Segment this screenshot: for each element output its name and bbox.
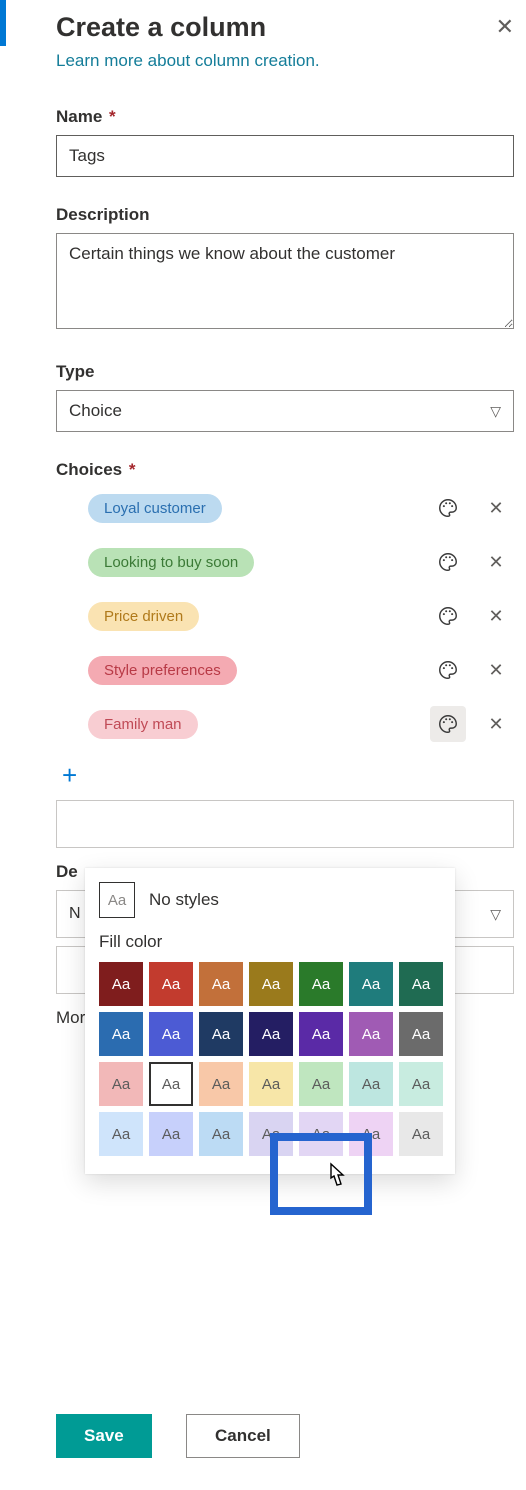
remove-choice-icon[interactable]: ✕ <box>478 706 514 742</box>
color-swatch[interactable]: Aa <box>149 1112 193 1156</box>
color-swatch[interactable]: Aa <box>249 962 293 1006</box>
name-label-text: Name <box>56 107 102 126</box>
color-swatch[interactable]: Aa <box>199 1012 243 1056</box>
choice-pill[interactable]: Style preferences <box>88 656 237 685</box>
learn-more-link[interactable]: Learn more about column creation. <box>56 51 320 71</box>
name-label: Name * <box>56 107 514 127</box>
color-swatch[interactable]: Aa <box>249 1012 293 1056</box>
name-input[interactable] <box>56 135 514 177</box>
left-accent-bar <box>0 0 6 46</box>
remove-choice-icon[interactable]: ✕ <box>478 598 514 634</box>
color-swatch[interactable]: Aa <box>299 1062 343 1106</box>
cancel-button[interactable]: Cancel <box>186 1414 300 1458</box>
close-icon[interactable]: ✕ <box>496 16 514 38</box>
color-swatch[interactable]: Aa <box>399 1062 443 1106</box>
color-swatch[interactable]: Aa <box>249 1062 293 1106</box>
color-swatch[interactable]: Aa <box>99 1062 143 1106</box>
type-dropdown[interactable]: Choice ▽ <box>56 390 514 432</box>
choice-row: Loyal customer ✕ <box>56 490 514 526</box>
color-swatch[interactable]: Aa <box>299 1112 343 1156</box>
color-swatch[interactable]: Aa <box>349 962 393 1006</box>
obscured-field-1[interactable] <box>56 800 514 848</box>
description-input[interactable] <box>56 233 514 329</box>
remove-choice-icon[interactable]: ✕ <box>478 544 514 580</box>
palette-icon[interactable] <box>430 490 466 526</box>
fill-color-label: Fill color <box>99 932 441 952</box>
choice-row: Style preferences ✕ <box>56 652 514 688</box>
color-swatch[interactable]: Aa <box>199 1062 243 1106</box>
color-swatch[interactable]: Aa <box>349 1012 393 1056</box>
description-label: Description <box>56 205 514 225</box>
palette-icon[interactable] <box>430 652 466 688</box>
save-button[interactable]: Save <box>56 1414 152 1458</box>
color-swatch[interactable]: Aa <box>299 1012 343 1056</box>
required-asterisk: * <box>124 460 135 479</box>
color-swatch[interactable]: Aa <box>299 962 343 1006</box>
choice-row: Family man ✕ <box>56 706 514 742</box>
choice-row: Price driven ✕ <box>56 598 514 634</box>
create-column-panel: Create a column ✕ Learn more about colum… <box>56 12 514 1490</box>
palette-icon[interactable] <box>430 598 466 634</box>
choice-pill[interactable]: Price driven <box>88 602 199 631</box>
color-swatch[interactable]: Aa <box>199 962 243 1006</box>
chevron-down-icon: ▽ <box>490 906 501 923</box>
chevron-down-icon: ▽ <box>490 403 501 420</box>
choice-pill[interactable]: Loyal customer <box>88 494 222 523</box>
panel-title: Create a column <box>56 12 266 43</box>
type-value: Choice <box>69 401 122 421</box>
palette-icon[interactable] <box>430 544 466 580</box>
remove-choice-icon[interactable]: ✕ <box>478 490 514 526</box>
color-swatch[interactable]: Aa <box>149 1062 193 1106</box>
type-label: Type <box>56 362 514 382</box>
choice-row: Looking to buy soon ✕ <box>56 544 514 580</box>
color-swatch[interactable]: Aa <box>399 1012 443 1056</box>
color-picker-popup: Aa No styles Fill color AaAaAaAaAaAaAaAa… <box>85 868 455 1174</box>
required-asterisk: * <box>104 107 115 126</box>
color-swatch[interactable]: Aa <box>199 1112 243 1156</box>
color-swatch[interactable]: Aa <box>99 1012 143 1056</box>
color-swatch[interactable]: Aa <box>99 1112 143 1156</box>
color-swatch[interactable]: Aa <box>149 1012 193 1056</box>
color-swatch[interactable]: Aa <box>349 1112 393 1156</box>
remove-choice-icon[interactable]: ✕ <box>478 652 514 688</box>
color-swatch[interactable]: Aa <box>99 962 143 1006</box>
color-swatch[interactable]: Aa <box>249 1112 293 1156</box>
obscured-dropdown-value: N <box>69 905 81 923</box>
color-swatch[interactable]: Aa <box>399 1112 443 1156</box>
color-swatch[interactable]: Aa <box>349 1062 393 1106</box>
palette-icon[interactable] <box>430 706 466 742</box>
choices-label-text: Choices <box>56 460 122 479</box>
choice-pill[interactable]: Looking to buy soon <box>88 548 254 577</box>
choice-pill[interactable]: Family man <box>88 710 198 739</box>
color-swatch[interactable]: Aa <box>399 962 443 1006</box>
color-swatch[interactable]: Aa <box>149 962 193 1006</box>
no-styles-label: No styles <box>149 890 219 910</box>
choices-label: Choices * <box>56 460 514 480</box>
no-styles-swatch[interactable]: Aa <box>99 882 135 918</box>
add-choice-icon[interactable]: + <box>62 760 77 791</box>
